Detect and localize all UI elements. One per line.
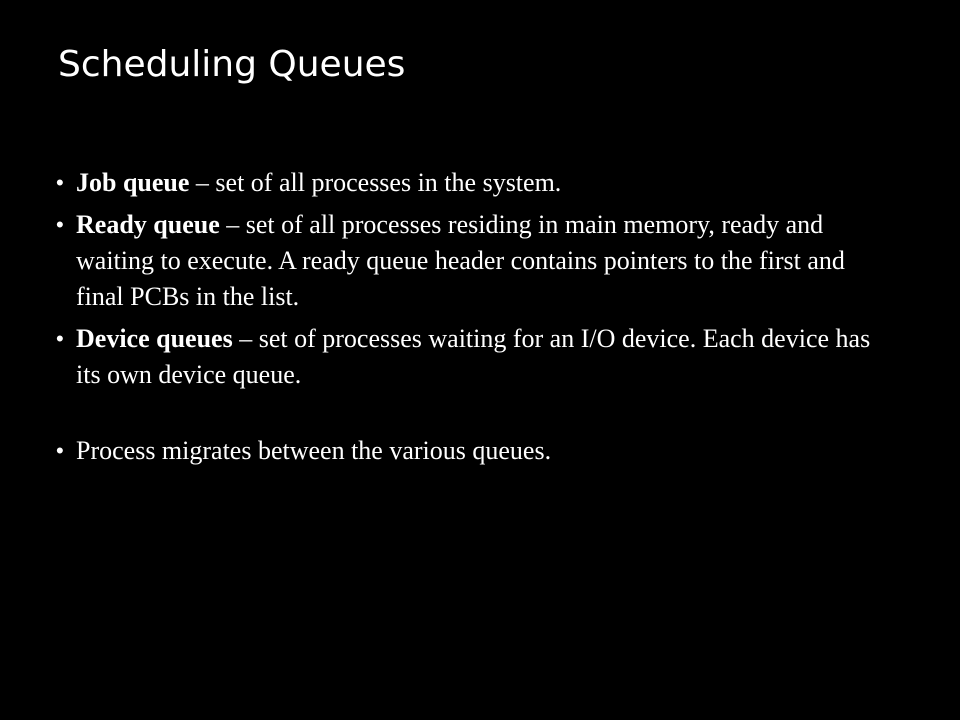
- bullet-icon: •: [56, 212, 64, 237]
- bullet-text: – set of all processes in the system.: [189, 168, 562, 197]
- bullet-icon: •: [56, 326, 64, 351]
- bullet-device-queues: • Device queues – set of processes waiti…: [56, 321, 896, 393]
- bullet-process-migrates: • Process migrates between the various q…: [56, 433, 896, 469]
- bullet-list: • Job queue – set of all processes in th…: [56, 165, 896, 475]
- bullet-text: Process migrates between the various que…: [76, 436, 552, 465]
- bullet-term: Ready queue: [76, 210, 220, 239]
- bullet-ready-queue: • Ready queue – set of all processes res…: [56, 207, 896, 315]
- bullet-job-queue: • Job queue – set of all processes in th…: [56, 165, 896, 201]
- bullet-term: Device queues: [76, 324, 233, 353]
- bullet-icon: •: [56, 438, 64, 463]
- bullet-term: Job queue: [76, 168, 190, 197]
- slide: Scheduling Queues • Job queue – set of a…: [0, 0, 960, 720]
- slide-title: Scheduling Queues: [58, 44, 406, 85]
- bullet-icon: •: [56, 170, 64, 195]
